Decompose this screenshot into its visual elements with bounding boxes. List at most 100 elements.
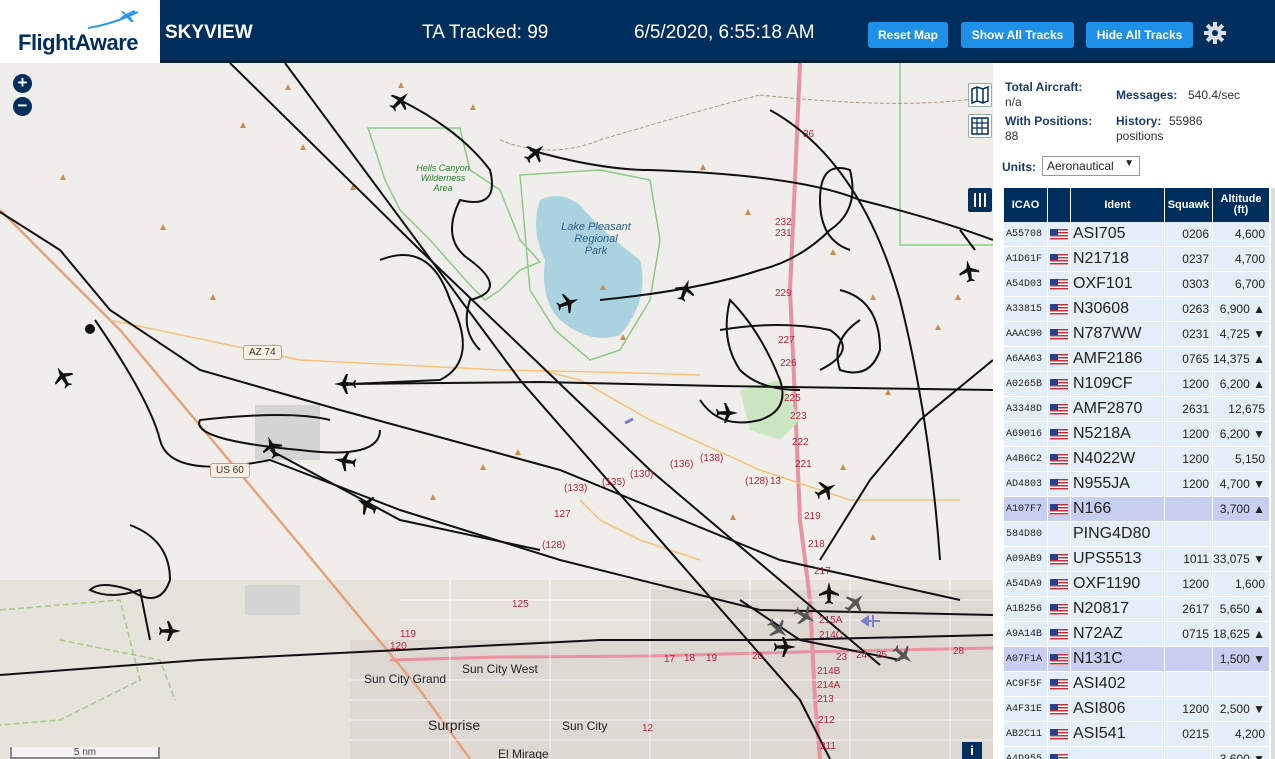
table-row[interactable]: A1D61F N21718 0237 4,700 [1004,247,1270,272]
aircraft-icon[interactable] [385,86,415,116]
table-row[interactable]: A09AB9 UPS5513 1011 33,075 ▼ [1004,547,1270,572]
us-flag-icon [1050,728,1068,740]
aircraft-icon[interactable] [334,374,356,394]
cell-flag [1048,572,1071,596]
aircraft-icon[interactable] [763,614,793,644]
cell-icao: A07F1A [1004,647,1048,671]
table-row[interactable]: A33815 N30608 0263 6,900 ▲ [1004,297,1270,322]
reset-map-button[interactable]: Reset Map [868,22,948,48]
aircraft-icon[interactable] [159,621,181,641]
road-marker: (133) [564,483,588,494]
columns-toggle-button[interactable] [968,188,992,212]
cell-ident: AMF2870 [1071,397,1165,421]
aircraft-icon[interactable] [554,289,582,317]
aircraft-icon[interactable] [332,449,358,473]
table-row[interactable]: A1B256 N20817 2617 5,650 ▲ [1004,597,1270,622]
cell-altitude: 4,200 [1213,722,1270,746]
road-marker: (128) [745,476,769,487]
messages-label: Messages: [1116,88,1178,102]
col-header-ident[interactable]: Ident [1071,188,1165,222]
flightaware-logo[interactable]: FlightAware [0,0,160,63]
table-row[interactable]: A4D955 3,600 ▼ [1004,747,1270,759]
road-marker: 119 [400,629,416,640]
table-row[interactable]: A55708 ASI705 0206 4,600 [1004,222,1270,247]
cell-squawk: 1011 [1165,547,1213,571]
map-layers-button[interactable] [968,83,992,107]
units-select[interactable]: Aeronautical ▼ [1042,156,1140,176]
cell-squawk: 2617 [1165,597,1213,621]
cell-squawk [1165,647,1213,671]
aircraft-icon[interactable] [790,601,820,631]
us-flag-icon [1050,303,1068,315]
cell-squawk: 2631 [1165,397,1213,421]
aircraft-icon[interactable] [716,403,738,423]
col-header-icao[interactable]: ICAO [1004,188,1048,222]
table-row[interactable]: A0265B N109CF 1200 6,200 ▲ [1004,372,1270,397]
aircraft-icon[interactable] [957,258,981,284]
map-view[interactable]: Hells Canyon Wilderness Area Lake Pleasa… [0,63,993,759]
cell-squawk: 0215 [1165,722,1213,746]
sun-city-label: Sun City [562,719,608,733]
road-marker: 23 [836,652,848,663]
cell-icao: AAAC90 [1004,322,1048,346]
table-row[interactable]: AAAC90 N787WW 0231 4,725 ▼ [1004,322,1270,347]
cell-squawk [1165,672,1213,696]
cell-icao: A3348D [1004,397,1048,421]
table-row[interactable]: A54DA9 OXF1190 1200 1,600 [1004,572,1270,597]
aircraft-icon[interactable] [48,362,78,392]
grid-button[interactable] [968,114,992,138]
zoom-out-button[interactable]: − [13,97,32,116]
table-row[interactable]: A107F7 N166 3,700 ▲ [1004,497,1270,522]
table-row[interactable]: AB2C11 ASI541 0215 4,200 [1004,722,1270,747]
aircraft-icon[interactable] [888,640,918,670]
zoom-in-button[interactable]: + [13,74,32,93]
hide-all-tracks-button[interactable]: Hide All Tracks [1086,22,1193,48]
aircraft-icon[interactable] [671,276,699,304]
cell-icao: A55708 [1004,222,1048,246]
cell-ident: AMF2186 [1071,347,1165,371]
aircraft-icon[interactable] [520,138,550,168]
cell-ident: N72AZ [1071,622,1165,646]
info-button[interactable]: i [962,742,982,759]
cell-squawk: 0765 [1165,347,1213,371]
cell-ident: N20817 [1071,597,1165,621]
cell-icao: AB2C11 [1004,722,1048,746]
aircraft-icon[interactable] [819,582,839,604]
road-marker: 20 [752,651,764,662]
cell-ident: N30608 [1071,297,1165,321]
aircraft-icon[interactable] [840,588,870,618]
cell-ident: N109CF [1071,372,1165,396]
table-row[interactable]: A9A14B N72AZ 0715 18,625 ▲ [1004,622,1270,647]
cell-ident: OXF1190 [1071,572,1165,596]
aircraft-icon[interactable] [258,433,286,461]
table-row[interactable]: A3348D AMF2870 2631 12,675 [1004,397,1270,422]
aircraft-icon[interactable] [352,490,382,520]
aircraft-icon[interactable] [774,637,796,657]
table-row[interactable]: AC9F5F ASI402 [1004,672,1270,697]
cell-squawk [1165,522,1213,546]
surprise-label: Surprise [428,717,481,733]
table-row[interactable]: A4F31E ASI806 1200 2,500 ▼ [1004,697,1270,722]
table-row[interactable]: A07F1A N131C 1,500 ▼ [1004,647,1270,672]
table-row[interactable]: A69016 N5218A 1200 6,200 ▼ [1004,422,1270,447]
col-header-flag[interactable] [1048,188,1071,222]
table-row[interactable]: AD4803 N955JA 1200 4,700 ▼ [1004,472,1270,497]
cell-altitude: 6,200 ▲ [1213,372,1270,396]
gear-icon[interactable] [1203,21,1227,45]
cell-ident: N21718 [1071,247,1165,271]
table-row[interactable]: A54D03 OXF101 0303 6,700 [1004,272,1270,297]
cell-squawk: 1200 [1165,372,1213,396]
col-header-altitude[interactable]: Altitude (ft) [1213,188,1270,222]
col-header-squawk[interactable]: Squawk [1165,188,1213,222]
aircraft-icon[interactable] [811,475,841,505]
table-row[interactable]: 584D80 PING4D80 [1004,522,1270,547]
show-all-tracks-button[interactable]: Show All Tracks [961,22,1074,48]
table-scrollbar[interactable] [1271,188,1275,759]
road-marker: (136) [670,459,694,470]
road-marker: 212 [818,715,835,726]
cell-squawk: 0237 [1165,247,1213,271]
cell-flag [1048,747,1071,759]
table-row[interactable]: A4B6C2 N4022W 1200 5,150 [1004,447,1270,472]
map-layers-icon [971,85,989,105]
table-row[interactable]: A6AA63 AMF2186 0765 14,375 ▲ [1004,347,1270,372]
